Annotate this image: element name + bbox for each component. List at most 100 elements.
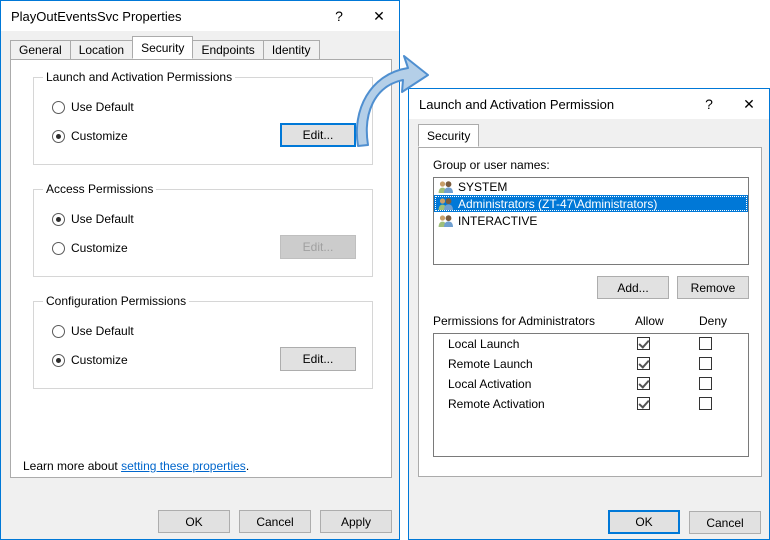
- permission-ok-button[interactable]: OK: [608, 510, 680, 534]
- properties-tabstrip: General Location Security Endpoints Identity: [1, 35, 399, 59]
- security-tab-panel: Launch and Activation Permissions Use De…: [10, 59, 392, 478]
- permission-tabstrip: Security: [409, 123, 769, 147]
- radio-indicator: [52, 324, 65, 338]
- group-or-user-names-label: Group or user names:: [433, 158, 550, 172]
- tab-general[interactable]: General: [10, 40, 71, 59]
- list-item-label: Administrators (ZT-47\Administrators): [458, 196, 658, 211]
- edit-launch-activation-button[interactable]: Edit...: [280, 123, 356, 147]
- deny-checkbox[interactable]: [699, 337, 712, 350]
- radio-label: Use Default: [71, 100, 134, 114]
- group-user-names-listbox[interactable]: SYSTEM Administrators (ZT-47\Administrato…: [433, 177, 749, 265]
- radio-indicator: [52, 212, 65, 226]
- radio-label: Customize: [71, 129, 128, 143]
- tab-security[interactable]: Security: [418, 124, 480, 147]
- radio-label: Customize: [71, 353, 128, 367]
- permission-name: Remote Activation: [448, 397, 545, 411]
- edit-access-button: Edit...: [280, 235, 356, 259]
- button-label: Edit...: [302, 240, 334, 254]
- group-launch-activation-title: Launch and Activation Permissions: [43, 70, 236, 84]
- permission-row: Remote Activation: [434, 394, 748, 414]
- tab-label: Security: [427, 129, 471, 143]
- radio-launch-use-default[interactable]: Use Default: [52, 100, 134, 114]
- button-label: Edit...: [302, 128, 334, 142]
- edit-configuration-button[interactable]: Edit...: [280, 347, 356, 371]
- permission-cancel-button[interactable]: Cancel: [689, 511, 761, 534]
- radio-label: Use Default: [71, 212, 134, 226]
- radio-config-customize[interactable]: Customize: [52, 353, 128, 367]
- allow-checkbox[interactable]: [637, 337, 650, 350]
- list-item-label: SYSTEM: [458, 179, 508, 194]
- users-group-icon: [438, 197, 454, 211]
- permissions-table[interactable]: Local Launch Remote Launch Local Activatio…: [433, 333, 749, 457]
- radio-config-use-default[interactable]: Use Default: [52, 324, 134, 338]
- allow-checkbox[interactable]: [637, 377, 650, 390]
- tab-label: General: [19, 43, 62, 57]
- radio-access-use-default[interactable]: Use Default: [52, 212, 134, 226]
- button-label: Cancel: [706, 515, 744, 530]
- radio-indicator: [52, 353, 65, 367]
- permission-name: Remote Launch: [448, 357, 533, 371]
- deny-checkbox[interactable]: [699, 377, 712, 390]
- radio-indicator: [52, 241, 65, 255]
- deny-checkbox[interactable]: [699, 397, 712, 410]
- add-button[interactable]: Add...: [597, 276, 669, 299]
- allow-checkbox[interactable]: [637, 397, 650, 410]
- tab-label: Security: [141, 41, 185, 55]
- allow-checkbox[interactable]: [637, 357, 650, 370]
- deny-checkbox[interactable]: [699, 357, 712, 370]
- properties-title: PlayOutEventsSvc Properties: [11, 8, 182, 24]
- list-item[interactable]: Administrators (ZT-47\Administrators): [434, 195, 748, 212]
- list-item[interactable]: SYSTEM: [434, 178, 748, 195]
- radio-label: Use Default: [71, 324, 134, 338]
- permission-name: Local Activation: [448, 377, 532, 391]
- tab-label: Endpoints: [201, 43, 255, 57]
- security-panel: Group or user names: SYSTEM Administrator…: [418, 147, 762, 477]
- tab-security[interactable]: Security: [132, 36, 194, 59]
- setting-these-properties-link[interactable]: setting these properties: [121, 459, 246, 473]
- users-group-icon: [438, 214, 454, 228]
- permission-row: Local Launch: [434, 334, 748, 354]
- properties-ok-button[interactable]: OK: [158, 510, 230, 533]
- button-label: Apply: [340, 514, 372, 529]
- button-label: Remove: [690, 280, 736, 295]
- permission-title: Launch and Activation Permission: [419, 96, 615, 112]
- permissions-for-label: Permissions for Administrators: [433, 314, 596, 328]
- radio-indicator: [52, 129, 65, 143]
- list-item[interactable]: INTERACTIVE: [434, 212, 748, 229]
- group-launch-activation-permissions: Launch and Activation Permissions Use De…: [33, 70, 373, 165]
- remove-button[interactable]: Remove: [677, 276, 749, 299]
- properties-apply-button[interactable]: Apply: [320, 510, 392, 533]
- properties-cancel-button[interactable]: Cancel: [239, 510, 311, 533]
- button-label: Cancel: [256, 514, 294, 529]
- help-icon[interactable]: ?: [689, 90, 729, 119]
- group-access-permissions: Access Permissions Use Default Customize…: [33, 182, 373, 277]
- button-label: Add...: [617, 280, 649, 295]
- permission-window: Launch and Activation Permission ? ✕ Sec…: [408, 88, 770, 540]
- list-item-label: INTERACTIVE: [458, 213, 538, 228]
- tab-identity[interactable]: Identity: [262, 40, 320, 59]
- learn-more-suffix: .: [245, 459, 250, 473]
- radio-access-customize[interactable]: Customize: [52, 241, 128, 255]
- tab-label: Identity: [271, 43, 311, 57]
- properties-window: PlayOutEventsSvc Properties ? ✕ General L…: [0, 0, 400, 540]
- radio-launch-customize[interactable]: Customize: [52, 129, 128, 143]
- radio-indicator: [52, 100, 65, 114]
- properties-titlebar: PlayOutEventsSvc Properties ? ✕: [1, 1, 399, 31]
- permission-titlebar: Launch and Activation Permission ? ✕: [409, 89, 769, 119]
- button-label: OK: [635, 515, 653, 529]
- radio-label: Customize: [71, 241, 128, 255]
- permission-row: Remote Launch: [434, 354, 748, 374]
- tab-location[interactable]: Location: [69, 40, 134, 59]
- help-icon[interactable]: ?: [319, 2, 359, 31]
- close-icon[interactable]: ✕: [359, 2, 399, 31]
- button-label: Edit...: [302, 352, 334, 366]
- tab-endpoints[interactable]: Endpoints: [192, 40, 264, 59]
- permission-row: Local Activation: [434, 374, 748, 394]
- allow-column-header: Allow: [635, 314, 664, 328]
- close-icon[interactable]: ✕: [729, 90, 769, 119]
- group-configuration-permissions: Configuration Permissions Use Default Cu…: [33, 294, 373, 389]
- deny-column-header: Deny: [699, 314, 728, 328]
- permission-name: Local Launch: [448, 337, 520, 351]
- button-label: OK: [185, 514, 203, 529]
- learn-more-text: Learn more about setting these propertie…: [23, 459, 249, 473]
